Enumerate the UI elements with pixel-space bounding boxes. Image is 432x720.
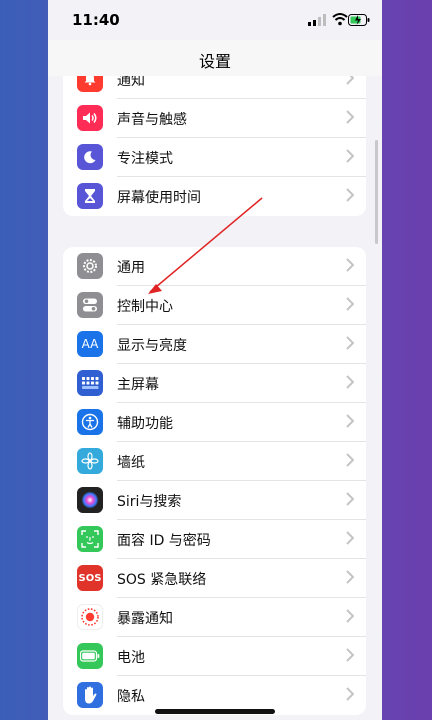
chevron-right-icon xyxy=(346,258,354,272)
settings-row-label: 面容 ID 与密码 xyxy=(117,533,211,549)
chevron-right-icon xyxy=(346,531,354,545)
settings-row-sos[interactable]: SOS SOS 紧急联络 xyxy=(63,559,366,598)
settings-row-label: 暴露通知 xyxy=(117,611,173,627)
settings-row-label: 墙纸 xyxy=(117,455,145,471)
settings-row-control-center[interactable]: 控制中心 xyxy=(63,286,366,325)
settings-group-1: 通知 声音与触感 专注模式 屏幕使用时间 xyxy=(63,60,366,216)
settings-row-exposure[interactable]: 暴露通知 xyxy=(63,598,366,637)
page-title: 设置 xyxy=(198,52,231,71)
settings-row-label: SOS 紧急联络 xyxy=(117,572,207,588)
chevron-right-icon xyxy=(346,149,354,163)
accessibility-icon xyxy=(77,409,103,435)
chevron-right-icon xyxy=(346,570,354,584)
battery-icon xyxy=(77,643,103,669)
toggles-icon xyxy=(77,292,103,318)
nav-bar: 设置 xyxy=(48,40,382,76)
settings-row-focus[interactable]: 专注模式 xyxy=(63,138,366,177)
hand-icon xyxy=(77,682,103,708)
settings-row-siri[interactable]: Siri与搜索 xyxy=(63,481,366,520)
speaker-icon xyxy=(77,105,103,131)
gear-icon xyxy=(77,253,103,279)
hourglass-icon xyxy=(77,183,103,209)
settings-row-general[interactable]: 通用 xyxy=(63,247,366,286)
flower-icon xyxy=(77,448,103,474)
chevron-right-icon xyxy=(346,492,354,506)
settings-row-faceid[interactable]: 面容 ID 与密码 xyxy=(63,520,366,559)
moon-icon xyxy=(77,144,103,170)
settings-row-label: 屏幕使用时间 xyxy=(117,190,201,206)
faceid-icon xyxy=(77,526,103,552)
settings-screen: 11:40 设置 通知 声音与触感 专注模式 屏幕使用时间 通用 控制中心 AA… xyxy=(48,0,382,720)
settings-row-label: 通用 xyxy=(117,260,145,276)
chevron-right-icon xyxy=(346,453,354,467)
settings-row-label: 主屏幕 xyxy=(117,377,159,393)
status-time: 11:40 xyxy=(72,11,120,29)
settings-row-label: Siri与搜索 xyxy=(117,494,182,510)
chevron-right-icon xyxy=(346,375,354,389)
settings-row-label: 声音与触感 xyxy=(117,112,187,128)
siri-icon xyxy=(77,487,103,513)
chevron-right-icon xyxy=(346,110,354,124)
home-indicator xyxy=(155,709,275,714)
aa-icon: AA xyxy=(77,331,103,357)
cellular-signal-icon xyxy=(308,14,326,26)
settings-row-label: 显示与亮度 xyxy=(117,338,187,354)
chevron-right-icon xyxy=(346,609,354,623)
sos-icon: SOS xyxy=(77,565,103,591)
settings-row-home-screen[interactable]: 主屏幕 xyxy=(63,364,366,403)
settings-row-wallpaper[interactable]: 墙纸 xyxy=(63,442,366,481)
battery-charging-icon xyxy=(348,14,370,26)
chevron-right-icon xyxy=(346,336,354,350)
settings-row-accessibility[interactable]: 辅助功能 xyxy=(63,403,366,442)
settings-row-screen-time[interactable]: 屏幕使用时间 xyxy=(63,177,366,216)
chevron-right-icon xyxy=(346,687,354,701)
chevron-right-icon xyxy=(346,648,354,662)
settings-row-label: 专注模式 xyxy=(117,151,173,167)
wifi-icon xyxy=(332,13,348,26)
grid-icon xyxy=(77,370,103,396)
settings-group-2: 通用 控制中心 AA 显示与亮度 主屏幕 辅助功能 墙纸 Siri与搜索 面容 … xyxy=(63,247,366,715)
exposure-icon xyxy=(77,604,103,630)
chevron-right-icon xyxy=(346,297,354,311)
settings-row-sounds[interactable]: 声音与触感 xyxy=(63,99,366,138)
settings-row-label: 电池 xyxy=(117,650,145,666)
chevron-right-icon xyxy=(346,188,354,202)
settings-row-label: 控制中心 xyxy=(117,299,173,315)
settings-list[interactable]: 通知 声音与触感 专注模式 屏幕使用时间 通用 控制中心 AA 显示与亮度 主屏… xyxy=(48,60,382,720)
settings-row-display[interactable]: AA 显示与亮度 xyxy=(63,325,366,364)
scrollbar[interactable] xyxy=(375,140,378,244)
settings-row-battery[interactable]: 电池 xyxy=(63,637,366,676)
settings-row-label: 辅助功能 xyxy=(117,416,173,432)
chevron-right-icon xyxy=(346,414,354,428)
status-bar: 11:40 xyxy=(48,0,382,40)
settings-row-label: 隐私 xyxy=(117,689,145,705)
